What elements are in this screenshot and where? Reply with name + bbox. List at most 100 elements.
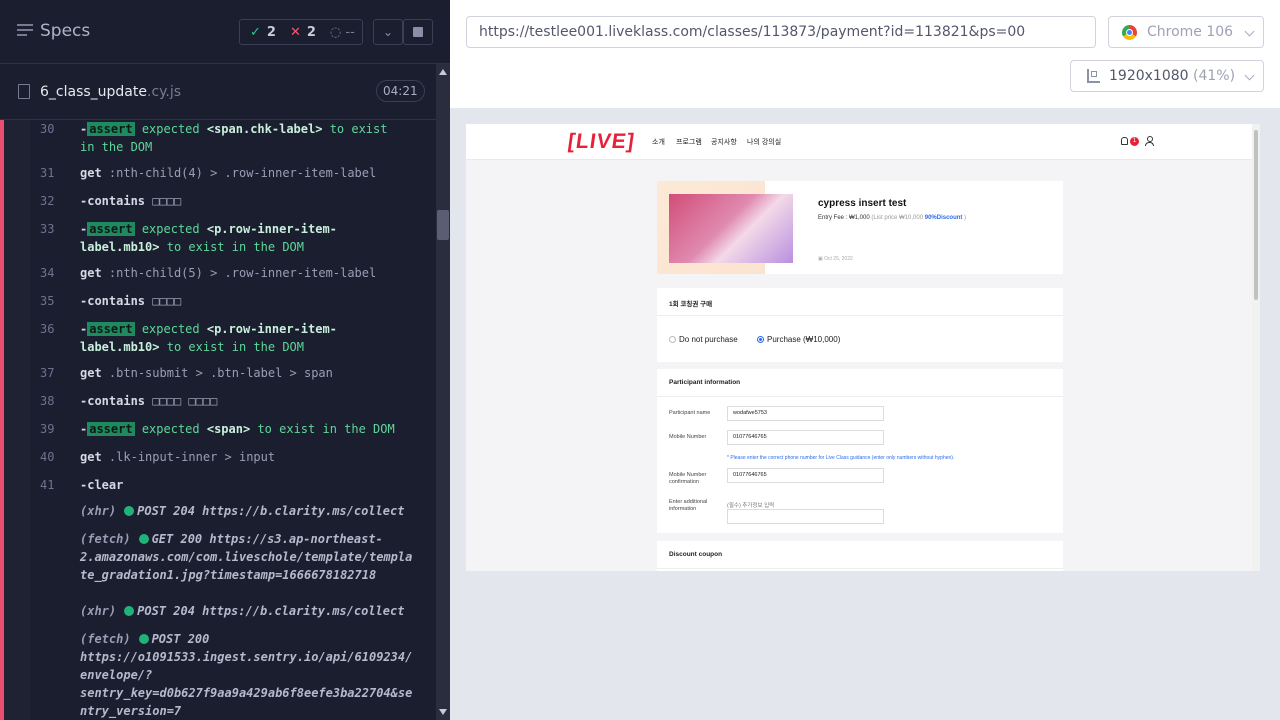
scroll-down-arrow[interactable] — [439, 709, 447, 715]
radio-purchase[interactable]: Purchase (₩10,000) — [757, 335, 840, 344]
radio-do-not-purchase[interactable]: Do not purchase — [669, 335, 738, 344]
command-text: get .btn-submit > .btn-label > span — [80, 364, 420, 382]
command-log: 30 - assert expected <span.chk-label> to e… — [0, 120, 436, 720]
scroll-up-arrow[interactable] — [439, 69, 447, 75]
chrome-icon — [1122, 25, 1137, 40]
command-text: -clear — [80, 476, 420, 494]
stop-button[interactable] — [403, 19, 433, 45]
status-dot-icon — [138, 534, 149, 544]
ruler-icon — [1087, 69, 1100, 83]
command-text: - assert expected <span.chk-label> to exi… — [80, 120, 420, 156]
command-token: <span.chk-label> — [206, 122, 323, 136]
extra-label: Enter additional information — [669, 499, 708, 512]
command-token: :nth-child(4) > .row-inner-item-label — [108, 166, 377, 180]
request-detail: envelope/? — [80, 668, 153, 682]
command-token: <p.row-inner-item- — [206, 222, 337, 236]
command-token: -contains — [80, 194, 146, 208]
command-token: get — [80, 450, 102, 464]
coupon-title: Discount coupon — [669, 551, 723, 558]
request-type: (fetch) — [80, 532, 131, 546]
command-token: in the DOM — [80, 140, 153, 154]
command-text: - assert expected <p.row-inner-item- labe… — [80, 320, 420, 356]
assert-badge: assert — [87, 222, 135, 236]
user-icon[interactable] — [1145, 136, 1154, 146]
command-token: expected — [141, 422, 200, 436]
command-text: -contains □□□□ — [80, 192, 420, 210]
command-token: :nth-child(5) > .row-inner-item-label — [108, 266, 377, 280]
url-bar[interactable]: https://testlee001.liveklass.com/classes… — [466, 16, 1096, 48]
request-detail: https://o1091533.ingest.sentry.io/api/61… — [80, 650, 413, 664]
notification-badge: 1 — [1130, 137, 1139, 146]
class-title: cypress insert test — [818, 198, 907, 209]
command-text: -contains □□□□ — [80, 292, 420, 310]
option-card: 1회 코칭권 구매 Do not purchase Purchase (₩10,… — [657, 288, 1063, 362]
site-navbar: [LIVE] 소개 프로그램 공지사항 나의 강의실 1 — [466, 124, 1252, 160]
command-text: get :nth-child(5) > .row-inner-item-labe… — [80, 264, 420, 282]
radio-on-icon — [757, 336, 764, 343]
assert-badge: assert — [87, 422, 135, 436]
line-number: 34 — [40, 266, 55, 280]
command-token: <span> — [206, 422, 251, 436]
request-detail: 2.amazonaws.com/com.liveschole/template/… — [80, 550, 413, 564]
log-scrollbar[interactable] — [436, 64, 450, 720]
line-number: 37 — [40, 366, 55, 380]
command-token: to exist in the DOM — [166, 240, 304, 254]
confirm-label: Mobile Number confirmation — [669, 472, 707, 485]
aut-scrollbar-thumb[interactable] — [1254, 130, 1258, 300]
class-thumbnail — [669, 194, 793, 263]
specs-list-icon[interactable] — [17, 24, 33, 40]
line-number: 33 — [40, 222, 55, 236]
collapse-button[interactable]: ⌄ — [373, 19, 403, 45]
request-detail: POST 204 https://b.clarity.ms/collect — [137, 504, 405, 518]
spec-file-name[interactable]: 6_class_update.cy.js — [40, 84, 181, 100]
payment-page: [LIVE] 소개 프로그램 공지사항 나의 강의실 1 cypress ins… — [466, 124, 1252, 571]
viewport-selector[interactable]: 1920x1080 (41%) — [1070, 60, 1264, 92]
line-number: 41 — [40, 478, 55, 492]
command-token: to exist in the DOM — [166, 340, 304, 354]
command-text: -contains □□□□ □□□□ — [80, 392, 420, 410]
aut-panel: https://testlee001.liveklass.com/classes… — [450, 0, 1280, 720]
bell-icon[interactable] — [1121, 137, 1128, 145]
mobile-input[interactable]: 01077646765 — [727, 430, 884, 445]
command-token: label.mb10> — [80, 340, 160, 354]
nav-menu-item[interactable]: 프로그램 — [676, 137, 702, 147]
stop-icon — [413, 27, 423, 37]
command-token: to exist — [329, 122, 388, 136]
command-token: .lk-input-inner > input — [108, 450, 276, 464]
chevron-down-icon: ⌄ — [382, 25, 394, 39]
request-detail: ntry_version=7 — [80, 704, 182, 718]
nav-menu-item[interactable]: 나의 강의실 — [747, 137, 781, 147]
command-text: get .lk-input-inner > input — [80, 448, 420, 466]
aut-scrollbar[interactable] — [1252, 124, 1260, 571]
command-token: □□□□ □□□□ — [152, 394, 218, 408]
network-request-text: (xhr) POST 204 https://b.clarity.ms/colle… — [80, 602, 420, 620]
status-dot-icon — [124, 506, 135, 516]
extra-input[interactable] — [727, 509, 884, 524]
specs-title[interactable]: Specs — [40, 21, 90, 41]
participant-title: Participant information — [669, 379, 741, 386]
command-token: expected — [141, 122, 200, 136]
line-number: 36 — [40, 322, 55, 336]
nav-menu-item[interactable]: 소개 — [652, 137, 665, 147]
site-logo[interactable]: [LIVE] — [566, 130, 636, 154]
name-input[interactable]: wodafwe5753 — [727, 406, 884, 421]
command-text: get :nth-child(4) > .row-inner-item-labe… — [80, 164, 420, 182]
document-icon — [18, 84, 30, 99]
command-token: get — [80, 166, 102, 180]
network-request-text: (fetch) POST 200 https://o1091533.ingest.s… — [80, 630, 420, 720]
confirm-input[interactable]: 01077646765 — [727, 468, 884, 483]
option-title: 1회 코칭권 구매 — [669, 301, 713, 308]
browser-selector[interactable]: Chrome 106 — [1108, 16, 1264, 48]
x-icon: ✕ — [289, 24, 301, 40]
mobile-label: Mobile Number — [669, 434, 707, 440]
line-number: 40 — [40, 450, 55, 464]
command-list: 30 - assert expected <span.chk-label> to e… — [30, 120, 436, 720]
test-stats: ✓ 2 ✕ 2 ◌ -- — [239, 19, 363, 45]
run-duration: 04:21 — [376, 80, 425, 102]
nav-menu-item[interactable]: 공지사항 — [711, 137, 737, 147]
class-date: ▣ Oct 25, 2022 — [818, 256, 853, 262]
command-token: -clear — [80, 478, 124, 492]
command-token: expected — [141, 322, 200, 336]
scrollbar-thumb[interactable] — [437, 210, 449, 240]
request-detail: GET 200 https://s3.ap-northeast- — [151, 532, 383, 546]
